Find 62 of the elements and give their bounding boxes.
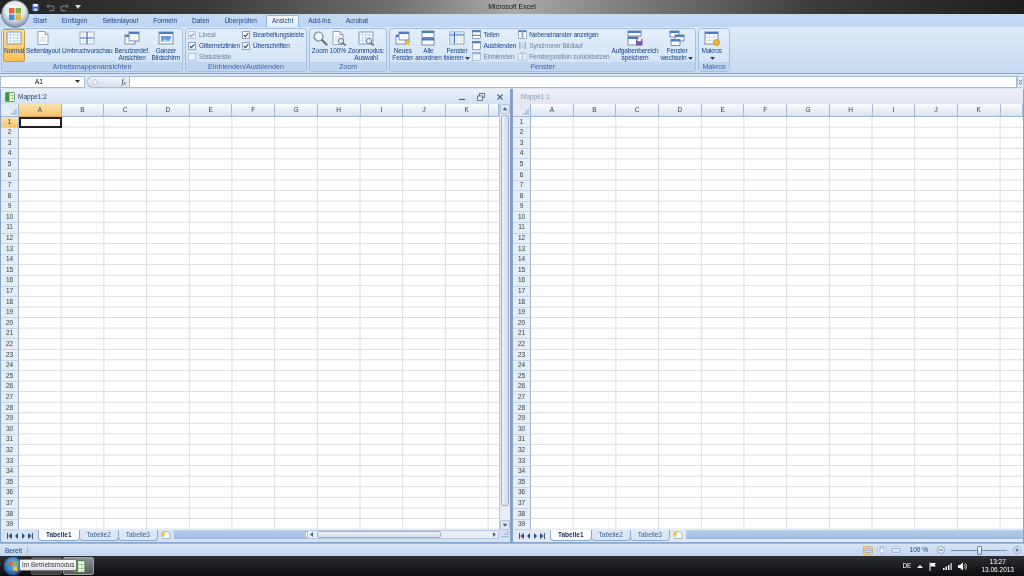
slider-thumb[interactable]: [976, 545, 982, 555]
horizontal-windows-icon: [420, 30, 437, 46]
save-icon[interactable]: [31, 2, 40, 12]
caret-up-icon[interactable]: [917, 564, 924, 568]
horizontal-scrollbar[interactable]: [304, 530, 499, 539]
window-disk-icon: [627, 30, 643, 46]
last-sheet-icon[interactable]: [28, 533, 33, 539]
page-break-view-icon[interactable]: [890, 545, 901, 555]
frozen-grid-icon: [449, 30, 465, 46]
previous-sheet-icon[interactable]: [526, 533, 531, 539]
split-window-icon: [472, 30, 482, 39]
size-grip-icon[interactable]: [499, 530, 510, 539]
undo-icon[interactable]: [45, 2, 55, 12]
formula-input[interactable]: [129, 75, 1017, 88]
fullscreen-window-icon: [157, 30, 174, 46]
scrollbar-thumb[interactable]: [317, 531, 441, 538]
caret-icon[interactable]: [75, 5, 81, 9]
stacked-windows-icon: [124, 30, 141, 46]
new-window-icon: [394, 30, 411, 46]
close-icon[interactable]: [496, 92, 504, 101]
circle-handle-icon[interactable]: [92, 78, 98, 85]
double-chevron-icon[interactable]: [1017, 75, 1024, 88]
selected-cell[interactable]: [19, 117, 62, 128]
zoom-in-icon[interactable]: [1013, 546, 1021, 554]
scroll-down-arrow-icon[interactable]: [500, 520, 510, 530]
vertical-scrollbar[interactable]: [499, 104, 510, 530]
next-sheet-icon[interactable]: [21, 533, 26, 539]
first-sheet-icon[interactable]: [519, 533, 524, 539]
macro-sheet-icon: [703, 30, 720, 46]
checkbox[interactable]: [188, 41, 197, 50]
scrollbar-thumb[interactable]: [501, 115, 509, 506]
signal-bars-icon[interactable]: [943, 562, 953, 570]
orb-logo-icon[interactable]: [1, 0, 29, 28]
last-sheet-icon[interactable]: [540, 533, 545, 539]
restore-icon[interactable]: [477, 92, 485, 101]
window-icon: [472, 52, 482, 61]
page-icon: [35, 30, 52, 46]
magnifier-icon: [311, 30, 328, 46]
next-sheet-icon[interactable]: [533, 533, 538, 539]
switch-windows-icon: [668, 30, 685, 46]
checkbox[interactable]: [242, 41, 251, 50]
speaker-icon[interactable]: [958, 561, 968, 571]
flag-icon[interactable]: [929, 561, 938, 571]
redo-icon[interactable]: [60, 2, 70, 12]
scroll-left-arrow-icon[interactable]: [308, 531, 315, 538]
caret-icon[interactable]: [710, 56, 716, 60]
caret-icon[interactable]: [465, 56, 471, 60]
grid-sheet-icon: [6, 30, 23, 46]
sync-scroll-icon: [518, 41, 528, 50]
two-windows-icon: [518, 52, 528, 61]
previous-sheet-icon[interactable]: [14, 533, 19, 539]
caret-icon[interactable]: [75, 80, 80, 83]
checkbox[interactable]: [242, 30, 251, 39]
scroll-up-arrow-icon[interactable]: [500, 104, 510, 114]
first-sheet-icon[interactable]: [7, 533, 12, 539]
page-break-grid-icon: [79, 30, 96, 46]
scroll-right-arrow-icon[interactable]: [491, 531, 498, 538]
caret-icon[interactable]: [688, 56, 694, 60]
spreadsheet-icon: [5, 91, 15, 102]
page-magnifier-icon: [329, 30, 346, 46]
window-icon: [472, 41, 482, 50]
side-by-side-windows-icon: [518, 30, 528, 39]
